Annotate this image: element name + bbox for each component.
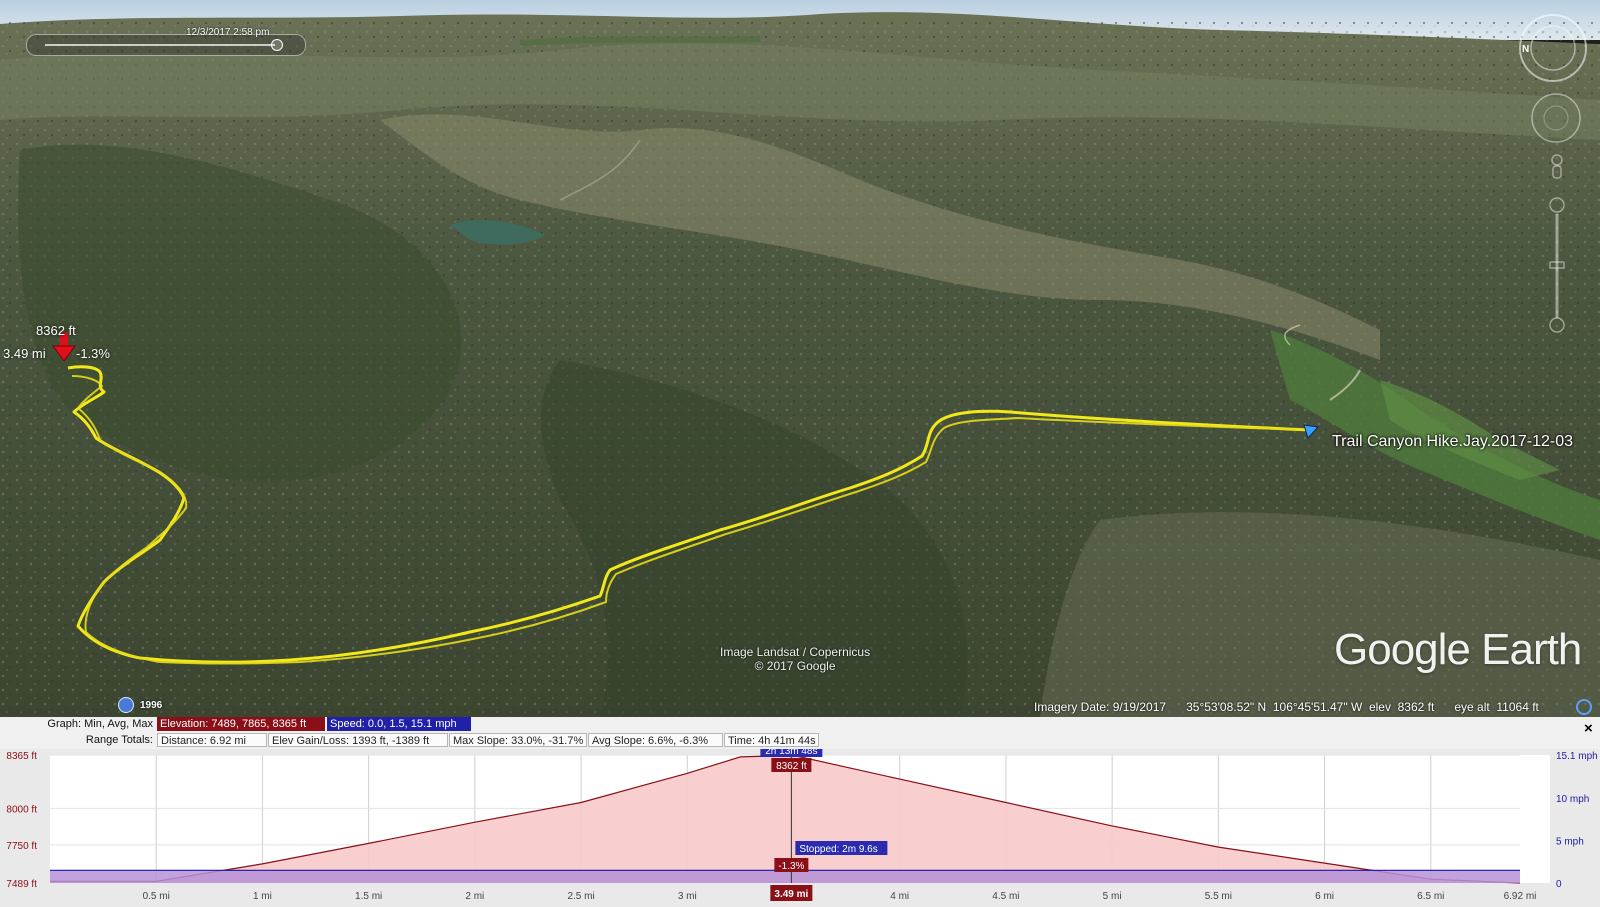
elev-gain-loss-stat: Elev Gain/Loss: 1393 ft, -1389 ft bbox=[268, 733, 448, 747]
x-tick-label: 1 mi bbox=[253, 891, 272, 902]
speed-area bbox=[50, 870, 1520, 883]
y-left-tick-label: 7750 ft bbox=[6, 841, 37, 852]
cursor-slope-badge: -1.3% bbox=[774, 858, 809, 872]
cursor-slope-label: -1.3% bbox=[778, 861, 804, 872]
y-left-tick-label: 8365 ft bbox=[6, 751, 37, 762]
x-tick-label: 4 mi bbox=[890, 891, 909, 902]
x-tick-label: 6.5 mi bbox=[1417, 891, 1444, 902]
x-tick-label: 5.5 mi bbox=[1205, 891, 1232, 902]
elevation-readout: elev 8362 ft bbox=[1368, 700, 1435, 714]
google-earth-logo: Google Earth bbox=[1334, 625, 1582, 675]
pointer-distance: 3.49 mi bbox=[3, 346, 46, 361]
elevation-profile-graph[interactable]: 0.5 mi1 mi1.5 mi2 mi2.5 mi3 mi3.5 mi4 mi… bbox=[0, 749, 1600, 907]
x-tick-label: 4.5 mi bbox=[992, 891, 1019, 902]
logo-google-word: Google bbox=[1334, 625, 1471, 674]
stopped-badge: Stopped: 2m 9.6s bbox=[795, 841, 888, 855]
attribution-line-2: © 2017 Google bbox=[754, 659, 836, 673]
cursor-distance-label: 3.49 mi bbox=[774, 889, 808, 900]
compass-north-label: N bbox=[1522, 44, 1529, 55]
x-tick-label: 2 mi bbox=[465, 891, 484, 902]
imagery-attribution: Image Landsat / Copernicus © 2017 Google bbox=[720, 645, 870, 673]
map-3d-view[interactable]: N 12/3/2017 2:58 pm 8362 ft 3.49 mi -1.3… bbox=[0, 0, 1600, 717]
historical-year-label: 1996 bbox=[140, 699, 163, 711]
track-name-label[interactable]: Trail Canyon Hike.Jay.2017-12-03 bbox=[1332, 433, 1573, 451]
x-tick-label: 6.92 mi bbox=[1504, 891, 1537, 902]
imagery-date: Imagery Date: 9/19/2017 bbox=[1034, 700, 1167, 714]
elevation-profile-panel: Graph: Min, Avg, Max Range Totals: Eleva… bbox=[0, 717, 1600, 907]
x-tick-label: 6 mi bbox=[1315, 891, 1334, 902]
attribution-line-1: Image Landsat / Copernicus bbox=[720, 645, 871, 659]
longitude-readout: 106°45'51.47" W bbox=[1272, 700, 1363, 714]
pointer-elevation: 8362 ft bbox=[36, 323, 76, 338]
logo-earth-word: Earth bbox=[1481, 625, 1582, 674]
time-slider-track[interactable] bbox=[45, 44, 275, 46]
y-left-axis-ticks: 8365 ft 8000 ft 7750 ft 7489 ft bbox=[6, 751, 37, 890]
y-left-tick-label: 8000 ft bbox=[6, 804, 37, 815]
y-left-tick-label: 7489 ft bbox=[6, 879, 37, 890]
clock-icon[interactable] bbox=[118, 697, 134, 713]
x-axis-ticks: 0.5 mi1 mi1.5 mi2 mi2.5 mi3 mi3.5 mi4 mi… bbox=[143, 891, 1537, 902]
cursor-elevation-label: 8362 ft bbox=[776, 761, 807, 772]
elevation-profile-header: Graph: Min, Avg, Max Range Totals: Eleva… bbox=[0, 717, 1600, 749]
latitude-readout: 35°53'08.52" N bbox=[1186, 700, 1267, 714]
time-stat: Time: 4h 41m 44s bbox=[724, 733, 819, 747]
max-slope-stat: Max Slope: 33.0%, -31.7% bbox=[449, 733, 587, 747]
speed-stats-chip[interactable]: Speed: 0.0, 1.5, 15.1 mph bbox=[327, 717, 471, 731]
streaming-globe-icon bbox=[1576, 699, 1592, 715]
x-tick-label: 5 mi bbox=[1103, 891, 1122, 902]
pointer-slope: -1.3% bbox=[76, 346, 110, 361]
status-bar: Imagery Date: 9/19/2017 35°53'08.52" N 1… bbox=[1034, 700, 1539, 714]
y-right-tick-label: 10 mph bbox=[1556, 794, 1589, 805]
cursor-time-badge: 2h 13m 48s bbox=[760, 749, 823, 757]
avg-slope-stat: Avg Slope: 6.6%, -6.3% bbox=[588, 733, 723, 747]
x-tick-label: 1.5 mi bbox=[355, 891, 382, 902]
cursor-time-label: 2h 13m 48s bbox=[765, 749, 817, 757]
y-right-tick-label: 15.1 mph bbox=[1556, 751, 1598, 762]
elevation-stats-chip[interactable]: Elevation: 7489, 7865, 8365 ft bbox=[157, 717, 325, 731]
time-slider-handle[interactable] bbox=[271, 39, 283, 51]
historical-imagery-year[interactable]: 1996 bbox=[118, 697, 162, 713]
time-slider-timestamp: 12/3/2017 2:58 pm bbox=[186, 27, 270, 38]
x-tick-label: 3 mi bbox=[678, 891, 697, 902]
graph-label: Graph: Min, Avg, Max bbox=[47, 718, 153, 730]
x-tick-label: 2.5 mi bbox=[567, 891, 594, 902]
cursor-distance-badge: 3.49 mi bbox=[770, 885, 813, 901]
distance-stat: Distance: 6.92 mi bbox=[157, 733, 267, 747]
close-profile-button[interactable]: × bbox=[1584, 720, 1593, 737]
y-right-tick-label: 5 mph bbox=[1556, 837, 1584, 848]
terrain-imagery: N bbox=[0, 0, 1600, 717]
eye-altitude-readout: eye alt 11064 ft bbox=[1454, 700, 1539, 714]
y-right-axis-ticks: 15.1 mph 10 mph 5 mph 0 bbox=[1556, 751, 1598, 890]
cursor-elevation-badge: 8362 ft bbox=[771, 758, 812, 772]
y-right-tick-label: 0 bbox=[1556, 879, 1562, 890]
x-tick-label: 0.5 mi bbox=[143, 891, 170, 902]
range-totals-label: Range Totals: bbox=[85, 734, 153, 746]
stopped-label: Stopped: 2m 9.6s bbox=[799, 844, 877, 855]
